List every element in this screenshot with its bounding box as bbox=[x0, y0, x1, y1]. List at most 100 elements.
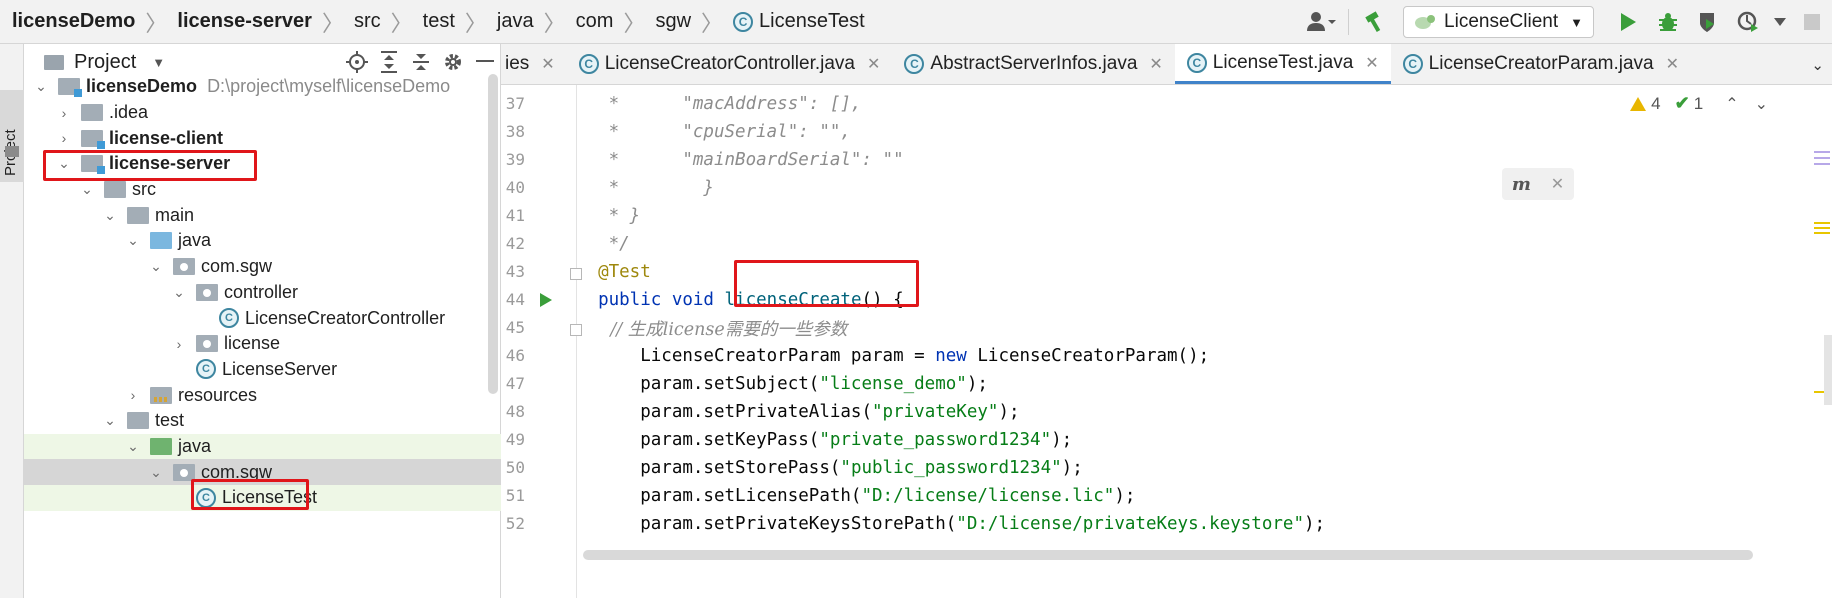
editor-tab-abstractserverinfos[interactable]: C AbstractServerInfos.java ✕ bbox=[892, 44, 1174, 84]
debug-icon[interactable] bbox=[1651, 5, 1685, 39]
maven-reload-icon[interactable]: m bbox=[1512, 174, 1531, 195]
editor: ies ✕ C LicenseCreatorController.java ✕ … bbox=[501, 44, 1832, 598]
code-token-method-name: licenseCreate bbox=[724, 290, 862, 310]
tree-node-license-client[interactable]: › license-client bbox=[24, 125, 501, 151]
tree-node-resources[interactable]: › resources bbox=[24, 382, 501, 408]
horizontal-scrollbar[interactable] bbox=[583, 550, 1753, 560]
code-line: param.setKeyPass("private_password1234")… bbox=[577, 426, 1072, 454]
run-configuration-dropdown[interactable]: LicenseClient ▼ bbox=[1403, 6, 1594, 38]
tree-node-main-java[interactable]: ⌄ java bbox=[24, 228, 501, 254]
chevron-down-icon[interactable]: ⌄ bbox=[126, 438, 140, 454]
code-line: @Test bbox=[577, 258, 651, 286]
close-icon[interactable]: ✕ bbox=[1149, 54, 1162, 74]
maven-reload-popup[interactable]: m ✕ bbox=[1502, 168, 1574, 200]
code-line: param.setPrivateAlias("privateKey"); bbox=[577, 398, 1019, 426]
chevron-down-icon[interactable]: ⌄ bbox=[126, 232, 140, 248]
breadcrumb-item-com[interactable]: com bbox=[576, 10, 614, 33]
close-icon[interactable]: ✕ bbox=[541, 54, 554, 74]
tree-node-src[interactable]: ⌄ src bbox=[24, 177, 501, 203]
chevron-right-icon[interactable]: › bbox=[126, 387, 140, 403]
chevron-right-icon[interactable]: › bbox=[57, 105, 71, 121]
tree-node-label: LicenseTest bbox=[222, 487, 318, 508]
toolbar-right: LicenseClient ▼ bbox=[1302, 0, 1832, 44]
error-stripe[interactable] bbox=[1810, 85, 1832, 598]
project-tree: ⌄ licenseDemo D:\project\myself\licenseD… bbox=[24, 74, 501, 511]
class-icon: C bbox=[1402, 54, 1423, 74]
editor-tab-licensecreatorcontroller[interactable]: C LicenseCreatorController.java ✕ bbox=[567, 44, 893, 84]
tree-node-idea[interactable]: › .idea bbox=[24, 100, 501, 126]
tree-node-licenseserver[interactable]: › C LicenseServer bbox=[24, 357, 501, 383]
stop-icon[interactable] bbox=[1795, 5, 1829, 39]
breadcrumb-item-current-class[interactable]: LicenseTest bbox=[759, 10, 865, 33]
breadcrumb-item-src[interactable]: src bbox=[354, 10, 381, 33]
run-test-gutter-icon[interactable] bbox=[539, 286, 553, 314]
editor-gutter: 37 38 39 40 41 42 43 44 45 46 47 48 49 5… bbox=[501, 85, 582, 598]
error-stripe-mark[interactable] bbox=[1814, 232, 1830, 234]
code-token-string: "public_password1234" bbox=[840, 458, 1062, 478]
tab-list-chevron-down-icon[interactable]: ⌄ bbox=[1811, 44, 1824, 85]
breadcrumb-item-module[interactable]: license-server bbox=[177, 10, 312, 33]
user-icon[interactable] bbox=[1305, 5, 1339, 39]
test-class-icon: C bbox=[1186, 52, 1207, 73]
spring-class-icon: C bbox=[196, 359, 216, 380]
chevron-down-icon[interactable]: ⌄ bbox=[57, 155, 71, 171]
tree-node-licensecreatorcontroller[interactable]: › C LicenseCreatorController bbox=[24, 305, 501, 331]
chevron-down-icon[interactable]: ⌄ bbox=[34, 78, 48, 94]
error-stripe-mark[interactable] bbox=[1814, 157, 1830, 159]
abstract-class-icon: C bbox=[904, 54, 925, 74]
tree-node-license[interactable]: › license bbox=[24, 331, 501, 357]
close-icon[interactable]: ✕ bbox=[867, 54, 880, 74]
close-icon[interactable]: ✕ bbox=[1551, 174, 1564, 194]
tree-node-test[interactable]: ⌄ test bbox=[24, 408, 501, 434]
tree-node-controller[interactable]: ⌄ controller bbox=[24, 280, 501, 306]
chevron-right-icon[interactable]: › bbox=[172, 336, 186, 352]
chevron-down-icon[interactable]: ⌄ bbox=[149, 464, 163, 480]
line-number: 38 bbox=[505, 122, 525, 141]
chevron-down-icon[interactable]: ⌄ bbox=[103, 207, 117, 223]
project-tree-scrollbar[interactable] bbox=[488, 74, 498, 394]
error-stripe-mark[interactable] bbox=[1814, 163, 1830, 165]
code-line: */ bbox=[577, 230, 630, 258]
error-stripe-mark[interactable] bbox=[1814, 227, 1830, 229]
tree-node-label: resources bbox=[178, 384, 258, 405]
breadcrumb-item-java[interactable]: java bbox=[497, 10, 534, 33]
tree-node-license-server[interactable]: ⌄ license-server bbox=[24, 151, 501, 177]
chevron-up-icon[interactable]: ⌃ bbox=[1725, 94, 1738, 114]
breadcrumb-item-test[interactable]: test bbox=[423, 10, 455, 33]
chevron-down-icon[interactable]: ⌄ bbox=[80, 181, 94, 197]
chevron-down-icon[interactable]: ⌄ bbox=[1755, 94, 1768, 114]
chevron-down-icon[interactable]: ⌄ bbox=[149, 258, 163, 274]
line-number: 52 bbox=[505, 514, 525, 533]
code-token-string: "D:/license/privateKeys.keystore" bbox=[956, 514, 1304, 534]
chevron-right-icon[interactable]: › bbox=[57, 130, 71, 146]
breadcrumb-item-project[interactable]: licenseDemo bbox=[12, 10, 135, 33]
tree-node-main-com-sgw[interactable]: ⌄ com.sgw bbox=[24, 254, 501, 280]
tree-node-licensedemo[interactable]: ⌄ licenseDemo D:\project\myself\licenseD… bbox=[24, 74, 501, 100]
tree-node-test-com-sgw[interactable]: ⌄ com.sgw bbox=[24, 459, 501, 485]
line-number: 46 bbox=[505, 346, 525, 365]
more-run-options-icon[interactable] bbox=[1771, 5, 1789, 39]
profiler-icon[interactable] bbox=[1731, 5, 1765, 39]
vertical-scrollbar-thumb[interactable] bbox=[1824, 335, 1832, 405]
close-icon[interactable]: ✕ bbox=[1365, 53, 1378, 73]
tree-node-licensetest[interactable]: › C LicenseTest bbox=[24, 485, 501, 511]
close-icon[interactable]: ✕ bbox=[1666, 54, 1679, 74]
error-stripe-mark[interactable] bbox=[1814, 151, 1830, 153]
breadcrumb-separator: 〉 bbox=[464, 10, 487, 36]
error-stripe-mark[interactable] bbox=[1814, 222, 1830, 224]
editor-tab-licensecreatorparam[interactable]: C LicenseCreatorParam.java ✕ bbox=[1391, 44, 1691, 84]
chevron-down-icon[interactable]: ⌄ bbox=[172, 284, 186, 300]
coverage-icon[interactable] bbox=[1691, 5, 1725, 39]
tree-node-main[interactable]: ⌄ main bbox=[24, 202, 501, 228]
package-icon bbox=[196, 335, 218, 353]
breadcrumb-item-sgw[interactable]: sgw bbox=[655, 10, 691, 33]
chevron-down-icon[interactable]: ⌄ bbox=[103, 412, 117, 428]
code-editor[interactable]: * "macAddress": [], * "cpuSerial": "", *… bbox=[577, 85, 1832, 598]
run-icon[interactable] bbox=[1611, 5, 1645, 39]
editor-tab-truncated[interactable]: ies ✕ bbox=[501, 44, 567, 84]
hammer-build-icon[interactable] bbox=[1358, 5, 1392, 39]
inspection-widget[interactable]: 4 ✔ 1 ⌃ ⌄ bbox=[1630, 93, 1768, 114]
tree-node-test-java[interactable]: ⌄ java bbox=[24, 433, 501, 460]
project-view-selector[interactable]: Project ▼ bbox=[44, 51, 165, 74]
editor-tab-licensetest[interactable]: C LicenseTest.java ✕ bbox=[1174, 44, 1391, 84]
